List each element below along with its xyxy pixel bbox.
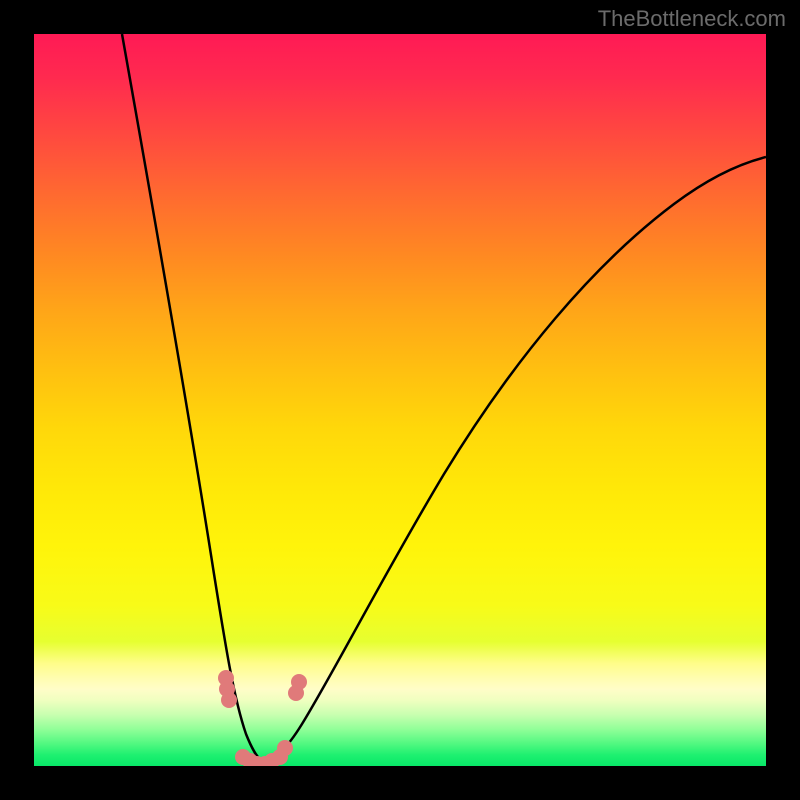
marker-cluster xyxy=(218,670,307,766)
plot-area xyxy=(34,34,766,766)
curve-layer xyxy=(34,34,766,766)
watermark-text: TheBottleneck.com xyxy=(598,6,786,32)
right-curve xyxy=(263,157,766,762)
left-curve xyxy=(122,34,263,762)
